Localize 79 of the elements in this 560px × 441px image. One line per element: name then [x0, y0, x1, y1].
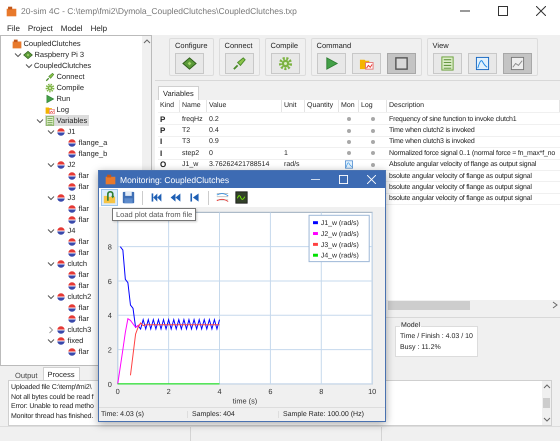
ball-icon	[56, 258, 66, 268]
ball-icon	[67, 182, 77, 192]
legend-box	[308, 214, 370, 262]
table-cell: O	[160, 160, 166, 170]
app-logo-icon	[6, 6, 17, 16]
chart-lines-icon	[216, 191, 229, 204]
ball-icon	[67, 302, 77, 312]
list-icon	[440, 56, 455, 71]
oscilloscope-icon	[235, 191, 248, 204]
ball-icon	[67, 138, 77, 148]
table-cell: P	[160, 126, 166, 136]
ball-icon	[67, 214, 77, 224]
plug-icon	[232, 56, 247, 71]
rewind-icon	[169, 191, 182, 204]
menu-item[interactable]: Help	[86, 24, 112, 33]
close-icon	[536, 6, 546, 16]
chart-icon[interactable]	[344, 160, 354, 170]
menu-item[interactable]: File	[3, 24, 24, 33]
status-dot[interactable]	[371, 140, 375, 144]
status-dot[interactable]	[347, 140, 351, 144]
close-icon	[366, 175, 376, 184]
ball-icon	[67, 148, 77, 158]
status-dot[interactable]	[371, 162, 375, 167]
gear-icon	[45, 82, 55, 92]
scroll-up-icon[interactable]	[542, 383, 550, 389]
ball-icon	[67, 270, 77, 280]
chart-icon	[474, 56, 490, 71]
status-dot[interactable]	[371, 128, 375, 133]
status-dot[interactable]	[371, 117, 375, 122]
skip-back-icon	[150, 191, 163, 204]
circuit-board-icon	[182, 56, 197, 71]
table-cell: I	[160, 137, 162, 146]
ball-icon	[67, 204, 77, 214]
window-title: 20-sim 4C - C:\temp\fmi2\Dymola_CoupledClutches\CoupledClutches.txp	[21, 6, 297, 16]
app-logo-icon	[105, 174, 116, 185]
scroll-down-icon[interactable]	[542, 417, 550, 423]
ball-icon	[67, 236, 77, 246]
play-icon	[324, 56, 339, 71]
stop-icon	[394, 56, 409, 71]
toolbar-button[interactable]	[233, 189, 250, 206]
status-dot[interactable]	[347, 117, 351, 122]
window-title: Monitoring: CoupledClutches	[120, 174, 230, 184]
ball-icon	[67, 346, 77, 356]
ball-icon	[56, 126, 66, 136]
play-icon	[45, 94, 55, 104]
plug-icon	[45, 72, 55, 82]
app-logo-icon	[12, 38, 22, 48]
status-dot[interactable]	[371, 151, 375, 156]
scrollbar[interactable]	[542, 381, 551, 425]
save-icon	[122, 191, 135, 204]
scrollbar[interactable]	[388, 300, 560, 310]
chart-icon	[510, 56, 525, 71]
maximize-icon	[338, 175, 348, 184]
ball-icon	[56, 192, 66, 202]
circuit-board-icon	[23, 50, 33, 60]
status-dot[interactable]	[347, 128, 351, 133]
scroll-right-icon[interactable]	[552, 301, 558, 309]
table-cell: P	[160, 114, 166, 124]
ball-icon	[56, 292, 66, 302]
folder-icon	[45, 104, 55, 114]
ball-icon	[56, 160, 66, 170]
menu-item[interactable]: Model	[56, 24, 87, 33]
ball-icon	[56, 226, 66, 236]
ball-icon	[67, 280, 77, 290]
ball-icon	[56, 336, 66, 346]
menu-item[interactable]: Project	[24, 24, 57, 33]
ball-icon	[56, 324, 66, 334]
status-dot[interactable]	[347, 151, 351, 156]
ball-icon	[67, 170, 77, 180]
gear-icon	[278, 56, 293, 71]
table-cell: I	[160, 148, 162, 158]
folder-icon	[103, 191, 116, 204]
ball-icon	[67, 314, 77, 324]
step-back-icon	[188, 191, 201, 204]
list-icon	[45, 116, 55, 126]
maximize-icon	[498, 6, 508, 16]
ball-icon	[67, 248, 77, 258]
toolbar-button[interactable]	[175, 53, 204, 74]
scroll-up-icon[interactable]	[142, 38, 150, 44]
